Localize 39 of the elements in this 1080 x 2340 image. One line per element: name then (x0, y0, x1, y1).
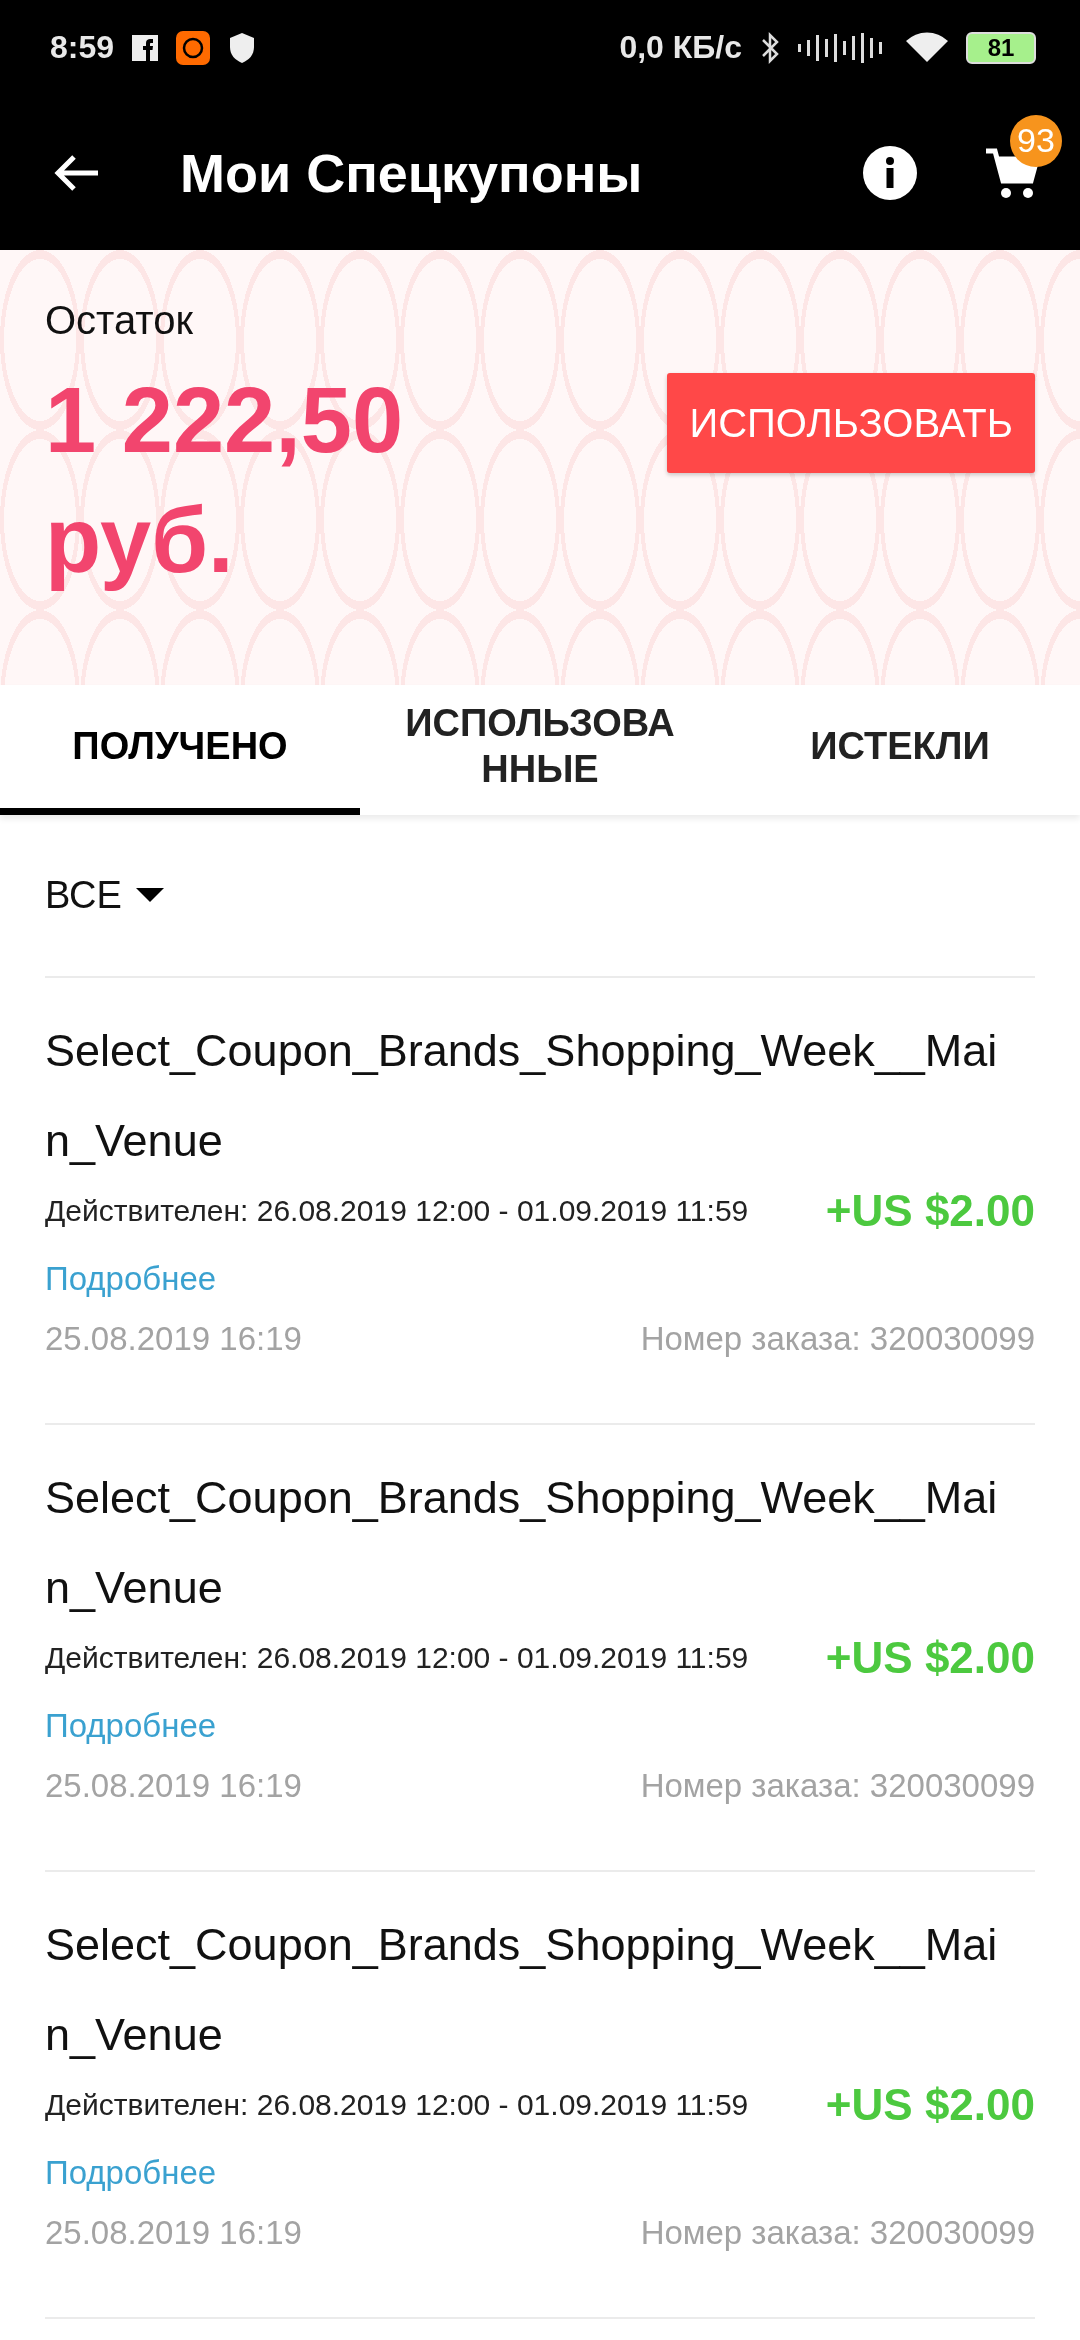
validity-period: Действителен: 26.08.2019 12:00 - 01.09.2019 11:59 (45, 1194, 749, 1228)
details-link[interactable]: Подробнее (45, 2154, 217, 2192)
balance-amount: 1 222,50 руб. (45, 368, 405, 593)
page-title: Мои Спецкупоны (180, 141, 644, 204)
details-link[interactable]: Подробнее (45, 1707, 217, 1745)
order-number: Номер заказа: 320030099 (640, 2214, 1035, 2252)
back-arrow-icon[interactable] (52, 152, 100, 193)
coupon-title: Select_Coupon_Brands_Shopping_Week__Main_Venue (45, 1024, 999, 1168)
network-speed: 0,0 КБ/с (619, 29, 742, 66)
info-icon[interactable] (862, 144, 918, 201)
time: 8:59 (50, 29, 115, 66)
order-number: Номер заказа: 320030099 (640, 1320, 1035, 1358)
order-number: Номер заказа: 320030099 (640, 1767, 1035, 1805)
tab[interactable]: ПОЛУЧЕНО (0, 685, 360, 815)
details-link[interactable]: Подробнее (45, 1260, 217, 1298)
caret-icon (135, 887, 164, 904)
balance-label: Остаток (45, 298, 194, 343)
tab[interactable]: ИСТЕКЛИ (720, 685, 1080, 815)
issue-date: 25.08.2019 16:19 (45, 1320, 302, 1358)
coupon-title: Select_Coupon_Brands_Shopping_Week__Main_Venue (45, 1471, 999, 1615)
validity-period: Действителен: 26.08.2019 12:00 - 01.09.2019 11:59 (45, 1641, 749, 1675)
battery-icon: 81 (966, 31, 1036, 64)
use-button[interactable]: ИСПОЛЬЗОВАТЬ (667, 373, 1035, 473)
validity-period: Действителен: 26.08.2019 12:00 - 01.09.2019 11:59 (45, 2088, 749, 2122)
wifi-icon (906, 31, 948, 64)
filter-dropdown[interactable]: ВСЕ (45, 815, 1035, 978)
issue-date: 25.08.2019 16:19 (45, 1767, 302, 1805)
cart-button[interactable]: 93 (984, 114, 1062, 201)
cart-count-badge: 93 (1010, 114, 1062, 167)
coupon-amount: +US $2.00 (825, 2080, 1035, 2130)
bluetooth-icon (760, 30, 780, 65)
coupon-amount: +US $2.00 (825, 1186, 1035, 1236)
facebook-icon (132, 34, 159, 61)
app-icon (176, 30, 211, 65)
issue-date: 25.08.2019 16:19 (45, 2214, 302, 2252)
tab[interactable]: ИСПОЛЬЗОВАННЫЕ (360, 685, 720, 815)
coupon-amount: +US $2.00 (825, 1633, 1035, 1683)
coupon-title: Select_Coupon_Brands_Shopping_Week__Main_Venue (45, 1918, 999, 2062)
shield-icon (228, 31, 257, 64)
